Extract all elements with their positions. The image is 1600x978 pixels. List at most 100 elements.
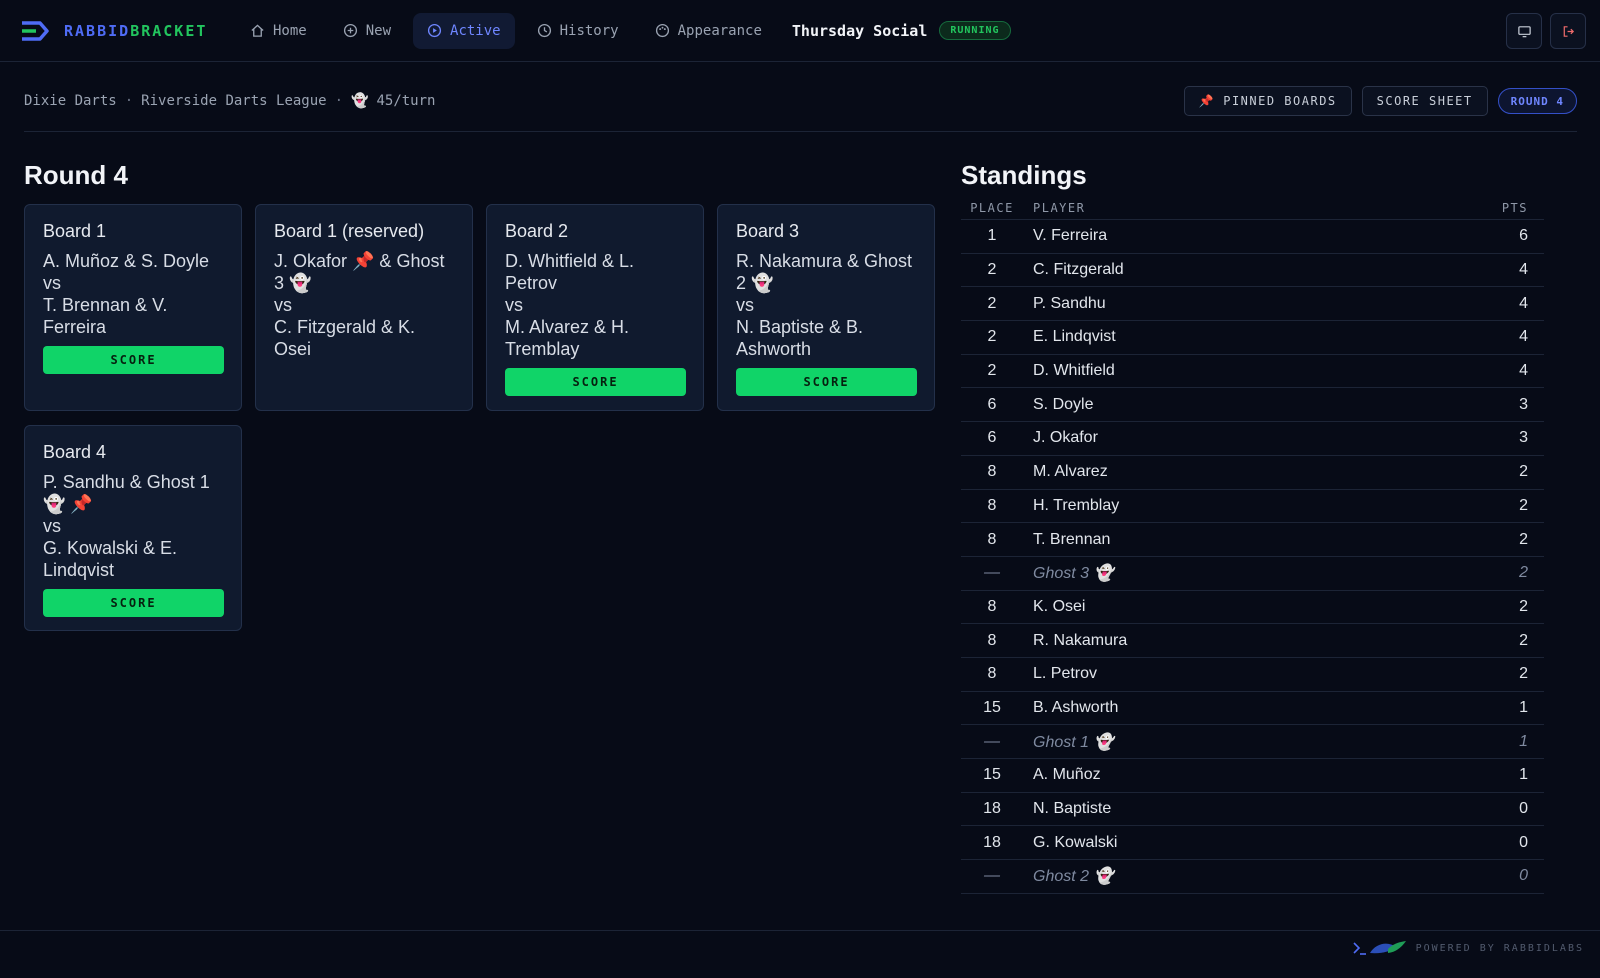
standings-cell-pts: 4	[1519, 261, 1528, 279]
powered-by-text: POWERED BY RABBIDLABS	[1415, 942, 1584, 954]
standings-cell-pts: 0	[1519, 867, 1528, 885]
standings-cell-place: 1	[987, 227, 997, 245]
nav-active-label: Active	[450, 22, 501, 39]
monitor-icon	[1517, 25, 1531, 37]
score-button[interactable]: SCORE	[43, 589, 224, 617]
board-line: vs	[505, 295, 523, 315]
score-button[interactable]: SCORE	[505, 368, 686, 396]
standings-row: 6 J. Okafor 3	[961, 422, 1544, 456]
nav-active[interactable]: Active	[413, 12, 515, 49]
standings-cell-pts: 1	[1519, 732, 1528, 750]
logout-icon	[1563, 25, 1574, 37]
breadcrumb-league: Riverside Darts League	[141, 93, 327, 109]
score-button[interactable]: SCORE	[736, 368, 917, 396]
home-icon	[251, 24, 264, 37]
event-title: Thursday Social	[791, 21, 928, 40]
breadcrumb-separator: ·	[334, 93, 344, 109]
pinned-boards-button[interactable]: 📌 PINNED BOARDS	[1183, 86, 1352, 116]
standings-cell-place: 2	[987, 362, 997, 380]
board-line: Ashworth	[736, 339, 812, 359]
score-sheet-button[interactable]: SCORE SHEET	[1361, 86, 1488, 116]
standings-cell-pts: 3	[1519, 395, 1528, 413]
standings-cell-place: 6	[987, 429, 997, 447]
ghost-icon: 👻	[351, 93, 369, 109]
board-line: N. Baptiste & B.	[736, 317, 864, 337]
standings-row-ghost: — Ghost 1 👻 1	[961, 725, 1544, 759]
standings-cell-player: D. Whitfield	[1033, 362, 1115, 380]
standings-cell-player: N. Baptiste	[1033, 800, 1112, 818]
nav-new-label: New	[365, 22, 392, 39]
standings-cell-place: 8	[987, 530, 997, 548]
nav-home[interactable]: Home	[236, 13, 321, 49]
standings-cell-place: 18	[983, 800, 1001, 818]
score-sheet-label: SCORE SHEET	[1376, 94, 1473, 108]
board-title: Board 3	[736, 221, 800, 241]
standings-cell-player: Ghost 2 👻	[1033, 868, 1114, 886]
standings-cell-player: T. Brennan	[1033, 530, 1111, 548]
board-line: A. Muñoz & S. Doyle	[43, 251, 210, 271]
standings-row: 8 H. Tremblay 2	[961, 490, 1544, 524]
standings-cell-pts: 3	[1519, 429, 1528, 447]
pinned-boards-label: PINNED BOARDS	[1223, 94, 1337, 108]
standings-cell-player: P. Sandhu	[1033, 294, 1106, 312]
standings-row: 2 E. Lindqvist 4	[961, 321, 1544, 355]
score-button[interactable]: SCORE	[43, 346, 224, 374]
board-line: 👻 📌	[43, 494, 93, 514]
board-line: Ferreira	[43, 317, 107, 337]
top-bar: RABBIDBRACKET Home New Active History Ap…	[0, 0, 1600, 62]
round-badge[interactable]: ROUND 4	[1497, 88, 1577, 114]
breadcrumb-separator: ·	[124, 93, 134, 109]
standings-cell-pts: 1	[1519, 698, 1528, 716]
standings-row: 2 P. Sandhu 4	[961, 287, 1544, 322]
round-title: Round 4	[24, 160, 128, 190]
palette-icon	[655, 23, 669, 38]
standings-cell-place: 6	[987, 395, 997, 413]
standings-cell-pts: 4	[1519, 328, 1528, 346]
standings-row: 8 R. Nakamura 2	[961, 624, 1544, 658]
brand[interactable]: RABBIDBRACKET	[20, 19, 210, 43]
standings-cell-player: C. Fitzgerald	[1033, 261, 1124, 279]
standings-row: 18 N. Baptiste 0	[961, 793, 1544, 827]
nav-history[interactable]: History	[523, 13, 633, 49]
standings-cell-place: —	[984, 867, 1000, 885]
standings-cell-player: A. Muñoz	[1033, 766, 1101, 784]
standings-body: 1 V. Ferreira 6 2 C. Fitzgerald 4 2 P. Sandhu 4 2…	[961, 220, 1544, 894]
header-player: PLAYER	[1033, 200, 1086, 215]
board-line: vs	[736, 295, 754, 315]
clock-icon	[537, 23, 551, 38]
nav-home-label: Home	[273, 22, 307, 39]
board-line: vs	[43, 516, 61, 536]
standings-cell-place: 8	[987, 631, 997, 649]
board-card: Board 1 (reserved) J. Okafor 📌 & Ghost 3…	[255, 204, 473, 411]
standings-row: 6 S. Doyle 3	[961, 388, 1544, 423]
standings-cell-player: M. Alvarez	[1033, 463, 1108, 481]
board-card: Board 1 A. Muñoz & S. Doyle vs T. Brenna…	[24, 204, 242, 411]
board-title: Board 4	[43, 442, 107, 462]
board-line: G. Kowalski & E.	[43, 538, 178, 558]
logout-button[interactable]	[1550, 13, 1586, 49]
nav-new[interactable]: New	[329, 13, 405, 49]
standings-cell-pts: 2	[1519, 463, 1528, 481]
display-button[interactable]	[1506, 13, 1542, 49]
standings-cell-player: K. Osei	[1033, 597, 1086, 615]
standings-cell-player: Ghost 3 👻	[1033, 565, 1114, 583]
standings-cell-pts: 6	[1519, 227, 1528, 245]
standings-cell-pts: 2	[1519, 496, 1528, 514]
status-badge: RUNNING	[939, 21, 1011, 40]
standings-row: 2 D. Whitfield 4	[961, 355, 1544, 389]
board-line: vs	[274, 295, 292, 315]
standings-row: 8 L. Petrov 2	[961, 658, 1544, 692]
board-card: Board 3 R. Nakamura & Ghost 2 👻 vs N. Ba…	[717, 204, 935, 411]
standings-cell-pts: 1	[1519, 766, 1528, 784]
breadcrumb: Dixie Darts · Riverside Darts League · 👻…	[24, 84, 435, 109]
standings-cell-place: —	[984, 732, 1000, 750]
standings-cell-player: L. Petrov	[1033, 665, 1098, 683]
board-title: Board 1 (reserved)	[274, 221, 425, 241]
nav-appearance[interactable]: Appearance	[641, 13, 776, 49]
standings-header: PLACE PLAYER PTS	[961, 196, 1544, 220]
brand-logo-icon	[22, 20, 49, 41]
board-line: 2 👻	[736, 273, 774, 293]
nav-appearance-label: Appearance	[677, 22, 762, 39]
breadcrumb-venue: Dixie Darts	[24, 93, 117, 109]
board-card: Board 2 D. Whitfield & L. Petrov vs M. A…	[486, 204, 704, 411]
